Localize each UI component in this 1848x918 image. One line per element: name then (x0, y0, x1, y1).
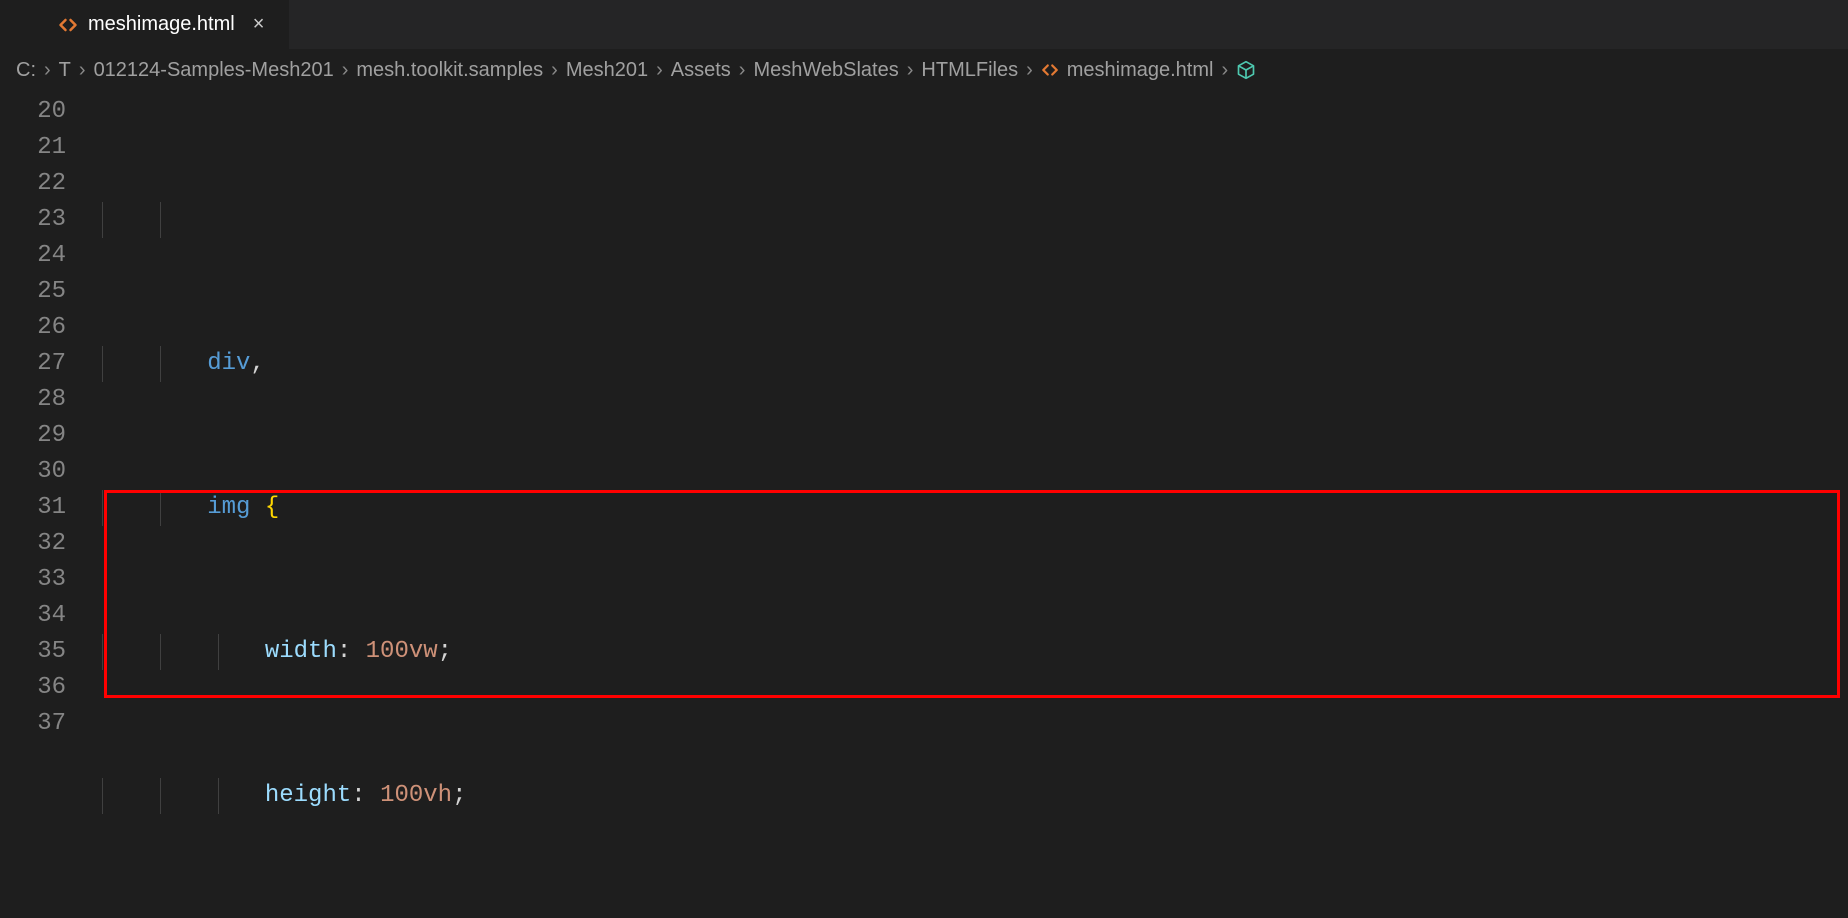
line-number: 21 (0, 130, 66, 166)
tab-label: meshimage.html (88, 13, 235, 36)
line-number: 28 (0, 382, 66, 418)
chevron-right-icon: › (551, 59, 558, 82)
breadcrumb-item[interactable]: Mesh201 (566, 59, 648, 82)
breadcrumb-item[interactable]: C: (16, 59, 36, 82)
token-value: 100vw (366, 638, 438, 665)
code-icon (58, 15, 78, 35)
code-line[interactable]: img { (92, 490, 1848, 526)
breadcrumb-label: MeshWebSlates (753, 59, 898, 82)
breadcrumb-item[interactable]: 012124-Samples-Mesh201 (94, 59, 334, 82)
breadcrumb-item[interactable]: mesh.toolkit.samples (356, 59, 543, 82)
line-number: 23 (0, 202, 66, 238)
line-number: 22 (0, 166, 66, 202)
breadcrumb-label: T (59, 59, 71, 82)
line-number: 24 (0, 238, 66, 274)
breadcrumb-item[interactable]: Assets (671, 59, 731, 82)
chevron-right-icon: › (342, 59, 349, 82)
line-number: 29 (0, 418, 66, 454)
breadcrumb-item[interactable]: HTMLFiles (921, 59, 1018, 82)
breadcrumb-label: HTMLFiles (921, 59, 1018, 82)
tab-meshimage[interactable]: meshimage.html × (40, 0, 290, 49)
chevron-right-icon: › (1221, 59, 1228, 82)
breadcrumb-label: Mesh201 (566, 59, 648, 82)
line-number: 27 (0, 346, 66, 382)
code-line[interactable]: height: 100vh; (92, 778, 1848, 814)
breadcrumb-label: 012124-Samples-Mesh201 (94, 59, 334, 82)
breadcrumb: C: › T › 012124-Samples-Mesh201 › mesh.t… (0, 50, 1848, 90)
code-line[interactable]: width: 100vw; (92, 634, 1848, 670)
symbol-icon[interactable] (1236, 60, 1256, 80)
line-number: 34 (0, 598, 66, 634)
token-comma: , (250, 350, 264, 377)
line-number: 36 (0, 670, 66, 706)
token-value: 100vh (380, 782, 452, 809)
line-number: 33 (0, 562, 66, 598)
line-number: 35 (0, 634, 66, 670)
tab-bar-empty (290, 0, 1848, 49)
line-number: 26 (0, 310, 66, 346)
token-property: width (265, 638, 337, 665)
line-number: 25 (0, 274, 66, 310)
token-property: height (265, 782, 351, 809)
code-line[interactable]: div, (92, 346, 1848, 382)
line-number: 30 (0, 454, 66, 490)
breadcrumb-label: mesh.toolkit.samples (356, 59, 543, 82)
code-line[interactable] (92, 202, 1848, 238)
chevron-right-icon: › (79, 59, 86, 82)
chevron-right-icon: › (656, 59, 663, 82)
token-brace: { (265, 494, 279, 521)
chevron-right-icon: › (739, 59, 746, 82)
token-selector: img (207, 494, 250, 521)
chevron-right-icon: › (44, 59, 51, 82)
line-number: 32 (0, 526, 66, 562)
line-number: 31 (0, 490, 66, 526)
breadcrumb-label: C: (16, 59, 36, 82)
breadcrumb-label: Assets (671, 59, 731, 82)
breadcrumb-item[interactable]: T (59, 59, 71, 82)
line-number: 37 (0, 706, 66, 742)
tab-gutter-spacer (0, 0, 40, 49)
code-icon (1041, 61, 1059, 79)
breadcrumb-item[interactable]: meshimage.html (1041, 59, 1214, 82)
chevron-right-icon: › (907, 59, 914, 82)
code-editor[interactable]: 20 21 22 23 24 25 26 27 28 29 30 31 32 3… (0, 90, 1848, 918)
breadcrumb-label: meshimage.html (1067, 59, 1214, 82)
line-number-gutter: 20 21 22 23 24 25 26 27 28 29 30 31 32 3… (0, 90, 92, 918)
line-number: 20 (0, 94, 66, 130)
close-icon[interactable]: × (253, 13, 265, 36)
chevron-right-icon: › (1026, 59, 1033, 82)
code-content[interactable]: div, img { width: 100vw; height: 100vh; … (92, 90, 1848, 918)
tab-bar: meshimage.html × (0, 0, 1848, 50)
token-selector: div (207, 350, 250, 377)
breadcrumb-item[interactable]: MeshWebSlates (753, 59, 898, 82)
